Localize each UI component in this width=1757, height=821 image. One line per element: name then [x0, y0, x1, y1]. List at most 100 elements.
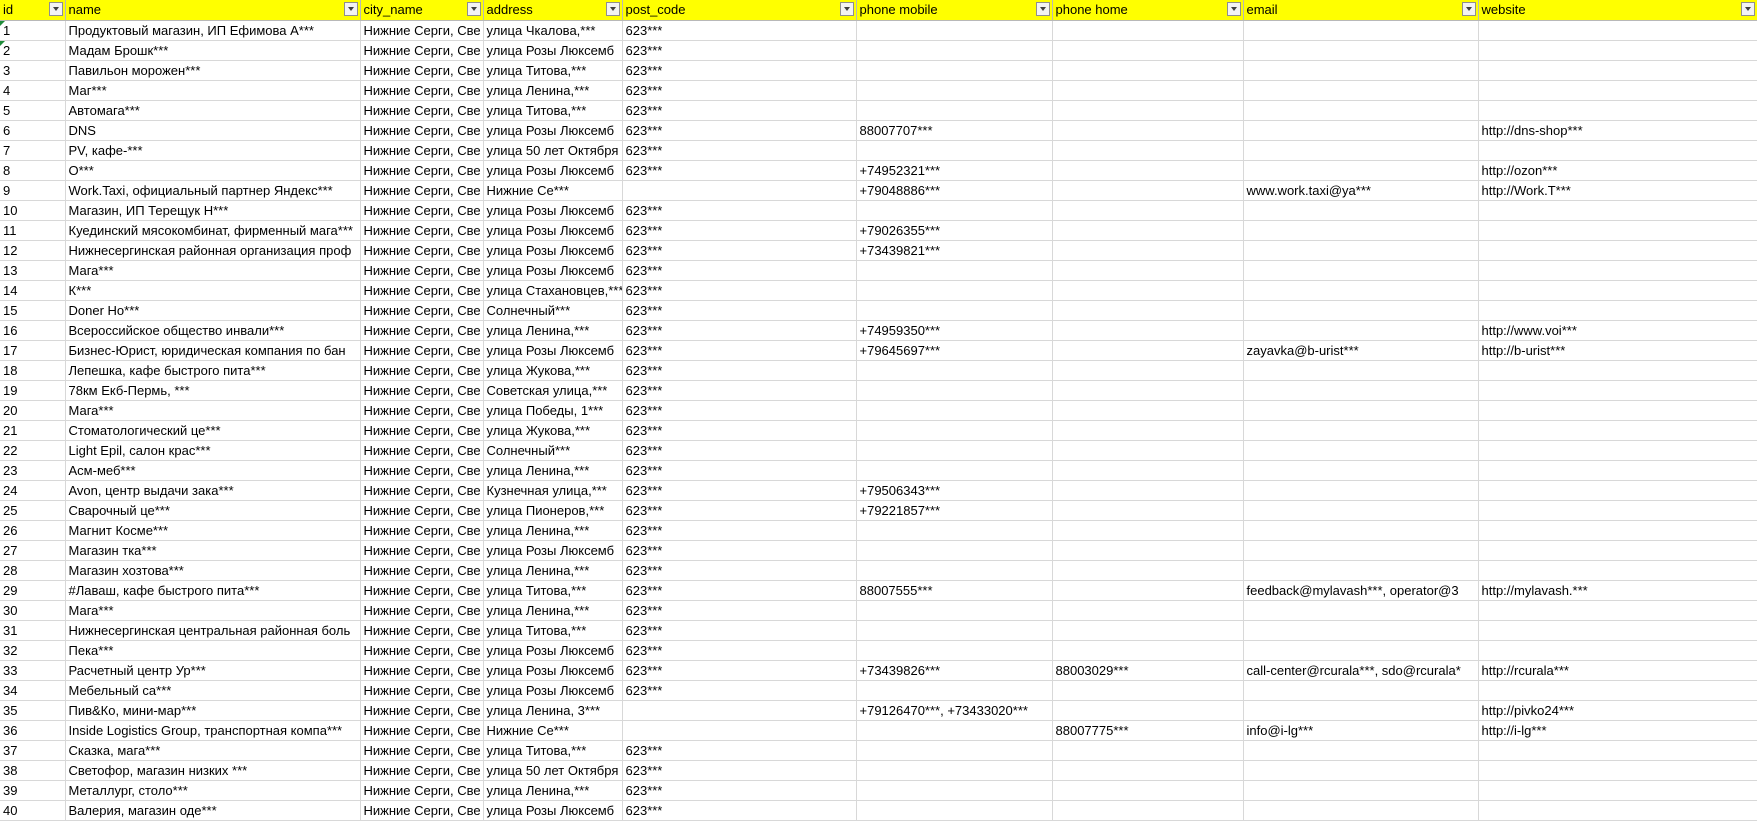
cell-website[interactable]	[1478, 300, 1757, 321]
cell-address[interactable]: улица Розы Люксемб	[483, 120, 623, 141]
cell-name[interactable]: Магазин хозтова***	[65, 560, 361, 581]
cell-website[interactable]	[1478, 620, 1757, 641]
cell-id[interactable]: 33	[0, 660, 66, 681]
cell-website[interactable]: http://i-lg***	[1478, 720, 1757, 741]
cell-name[interactable]: Продуктовый магазин, ИП Ефимова А***	[65, 20, 361, 41]
cell-city-name[interactable]: Нижние Серги, Све	[360, 420, 484, 441]
cell-website[interactable]	[1478, 540, 1757, 561]
cell-email[interactable]	[1243, 80, 1479, 101]
column-header-name[interactable]: name	[65, 0, 361, 21]
cell-phone-home[interactable]	[1052, 460, 1244, 481]
cell-phone-home[interactable]	[1052, 340, 1244, 361]
cell-website[interactable]	[1478, 140, 1757, 161]
cell-phone-home[interactable]	[1052, 240, 1244, 261]
cell-email[interactable]	[1243, 40, 1479, 61]
cell-city-name[interactable]: Нижние Серги, Све	[360, 200, 484, 221]
cell-website[interactable]: http://ozon***	[1478, 160, 1757, 181]
cell-city-name[interactable]: Нижние Серги, Све	[360, 380, 484, 401]
cell-phone-mobile[interactable]	[856, 400, 1053, 421]
cell-email[interactable]	[1243, 380, 1479, 401]
cell-id[interactable]: 1	[0, 20, 66, 41]
cell-city-name[interactable]: Нижние Серги, Све	[360, 160, 484, 181]
cell-website[interactable]	[1478, 380, 1757, 401]
cell-phone-home[interactable]	[1052, 220, 1244, 241]
cell-name[interactable]: Мебельный са***	[65, 680, 361, 701]
cell-email[interactable]	[1243, 20, 1479, 41]
cell-name[interactable]: #Лаваш, кафе быстрого пита***	[65, 580, 361, 601]
cell-name[interactable]: Пив&Ко, мини-мар***	[65, 700, 361, 721]
cell-address[interactable]: улица Розы Люксемб	[483, 260, 623, 281]
cell-phone-home[interactable]	[1052, 40, 1244, 61]
cell-phone-mobile[interactable]: +79026355***	[856, 220, 1053, 241]
cell-website[interactable]	[1478, 40, 1757, 61]
cell-email[interactable]	[1243, 680, 1479, 701]
cell-post-code[interactable]: 623***	[622, 200, 857, 221]
cell-phone-home[interactable]	[1052, 60, 1244, 81]
cell-phone-mobile[interactable]	[856, 640, 1053, 661]
cell-id[interactable]: 34	[0, 680, 66, 701]
cell-address[interactable]: улица Розы Люксемб	[483, 240, 623, 261]
cell-phone-mobile[interactable]: +73439821***	[856, 240, 1053, 261]
cell-id[interactable]: 16	[0, 320, 66, 341]
cell-id[interactable]: 15	[0, 300, 66, 321]
cell-phone-home[interactable]	[1052, 400, 1244, 421]
cell-id[interactable]: 5	[0, 100, 66, 121]
cell-post-code[interactable]: 623***	[622, 640, 857, 661]
cell-email[interactable]	[1243, 560, 1479, 581]
cell-post-code[interactable]: 623***	[622, 320, 857, 341]
cell-post-code[interactable]: 623***	[622, 680, 857, 701]
cell-email[interactable]	[1243, 700, 1479, 721]
cell-post-code[interactable]: 623***	[622, 500, 857, 521]
cell-website[interactable]: http://pivko24***	[1478, 700, 1757, 721]
cell-id[interactable]: 8	[0, 160, 66, 181]
cell-name[interactable]: Мага***	[65, 600, 361, 621]
cell-post-code[interactable]: 623***	[622, 300, 857, 321]
cell-phone-home[interactable]	[1052, 160, 1244, 181]
cell-email[interactable]	[1243, 300, 1479, 321]
cell-email[interactable]: info@i-lg***	[1243, 720, 1479, 741]
cell-city-name[interactable]: Нижние Серги, Све	[360, 680, 484, 701]
cell-address[interactable]: Кузнечная улица,***	[483, 480, 623, 501]
cell-phone-home[interactable]	[1052, 420, 1244, 441]
cell-email[interactable]	[1243, 400, 1479, 421]
cell-name[interactable]: Сказка, мага***	[65, 740, 361, 761]
cell-address[interactable]: Солнечный***	[483, 300, 623, 321]
cell-phone-mobile[interactable]	[856, 80, 1053, 101]
cell-id[interactable]: 11	[0, 220, 66, 241]
cell-address[interactable]: улица Жукова,***	[483, 420, 623, 441]
cell-id[interactable]: 32	[0, 640, 66, 661]
cell-email[interactable]	[1243, 740, 1479, 761]
cell-website[interactable]	[1478, 60, 1757, 81]
cell-post-code[interactable]: 623***	[622, 560, 857, 581]
cell-city-name[interactable]: Нижние Серги, Све	[360, 440, 484, 461]
cell-post-code[interactable]: 623***	[622, 100, 857, 121]
cell-phone-mobile[interactable]: 88007555***	[856, 580, 1053, 601]
cell-phone-mobile[interactable]: 88007707***	[856, 120, 1053, 141]
cell-email[interactable]: feedback@mylavash***, operator@3	[1243, 580, 1479, 601]
cell-name[interactable]: Расчетный центр Ур***	[65, 660, 361, 681]
cell-id[interactable]: 12	[0, 240, 66, 261]
cell-post-code[interactable]: 623***	[622, 140, 857, 161]
cell-phone-mobile[interactable]	[856, 380, 1053, 401]
cell-id[interactable]: 35	[0, 700, 66, 721]
cell-phone-mobile[interactable]: +79506343***	[856, 480, 1053, 501]
cell-phone-home[interactable]	[1052, 200, 1244, 221]
cell-website[interactable]	[1478, 360, 1757, 381]
cell-post-code[interactable]: 623***	[622, 220, 857, 241]
cell-website[interactable]	[1478, 640, 1757, 661]
cell-phone-home[interactable]	[1052, 480, 1244, 501]
cell-address[interactable]: улица Пионеров,***	[483, 500, 623, 521]
cell-website[interactable]: http://Work.T***	[1478, 180, 1757, 201]
cell-post-code[interactable]: 623***	[622, 260, 857, 281]
cell-city-name[interactable]: Нижние Серги, Све	[360, 260, 484, 281]
cell-phone-mobile[interactable]	[856, 520, 1053, 541]
cell-address[interactable]: улица Розы Люксемб	[483, 40, 623, 61]
cell-phone-home[interactable]	[1052, 520, 1244, 541]
cell-phone-mobile[interactable]: +79126470***, +73433020***	[856, 700, 1053, 721]
cell-phone-home[interactable]	[1052, 260, 1244, 281]
cell-address[interactable]: улица Ленина, 3***	[483, 700, 623, 721]
cell-email[interactable]	[1243, 500, 1479, 521]
cell-post-code[interactable]: 623***	[622, 760, 857, 781]
cell-city-name[interactable]: Нижние Серги, Све	[360, 460, 484, 481]
cell-phone-home[interactable]	[1052, 700, 1244, 721]
